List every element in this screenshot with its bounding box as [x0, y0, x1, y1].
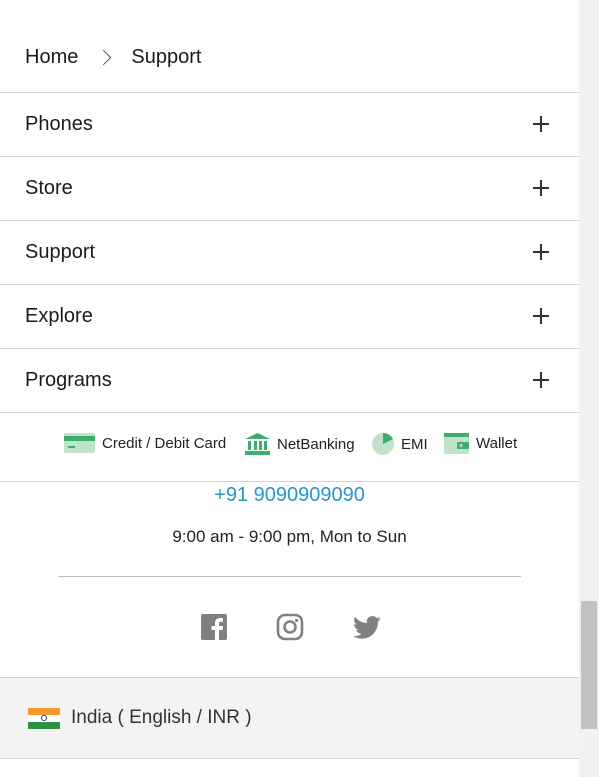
accordion-label: Store	[25, 177, 73, 199]
accordion-label: Programs	[25, 369, 112, 391]
payment-wallet-label: Wallet	[476, 435, 518, 452]
breadcrumb-home-link[interactable]: Home	[25, 46, 78, 69]
accordion-label: Explore	[25, 305, 93, 327]
chevron-right-icon	[96, 49, 112, 66]
support-phone-link[interactable]: +91 9090909090	[0, 484, 579, 507]
accordion-item-programs[interactable]: Programs	[0, 349, 579, 413]
facebook-icon[interactable]	[201, 613, 229, 641]
breadcrumb-current: Support	[131, 46, 202, 68]
payment-card: Credit / Debit Card	[64, 433, 226, 453]
support-hours: 9:00 am - 9:00 pm, Mon to Sun	[172, 527, 407, 546]
accordion-item-store[interactable]: Store	[0, 157, 579, 221]
twitter-icon[interactable]	[353, 613, 381, 641]
payment-netbanking-label: NetBanking	[277, 435, 355, 453]
accordion-label: Phones	[25, 113, 93, 135]
payment-emi: EMI	[372, 433, 428, 455]
accordion-item-support[interactable]: Support	[0, 221, 579, 285]
payment-methods: Credit / Debit Card NetBanking EMI Walle…	[0, 412, 579, 482]
divider	[58, 576, 521, 577]
pie-chart-icon	[372, 433, 394, 455]
locale-label: India ( English / INR )	[71, 707, 252, 728]
scrollbar-thumb[interactable]	[581, 601, 597, 729]
accordion-label: Support	[25, 241, 96, 263]
locale-selector[interactable]: India ( English / INR )	[0, 678, 579, 759]
bank-icon	[245, 433, 270, 455]
plus-icon[interactable]	[533, 180, 549, 196]
india-flag-icon	[28, 708, 60, 729]
plus-icon[interactable]	[533, 372, 549, 388]
wallet-icon	[444, 433, 469, 454]
payment-netbanking: NetBanking	[245, 433, 355, 455]
payment-emi-label: EMI	[401, 435, 428, 453]
instagram-icon[interactable]	[276, 613, 304, 641]
plus-icon[interactable]	[533, 244, 549, 260]
breadcrumb: Home Support	[25, 46, 201, 69]
plus-icon[interactable]	[533, 116, 549, 132]
payment-card-label: Credit / Debit Card	[102, 434, 227, 452]
plus-icon[interactable]	[533, 308, 549, 324]
payment-wallet: Wallet	[444, 433, 517, 454]
footer-page: Home Support Phones Store Support Explor…	[0, 0, 579, 777]
accordion-item-phones[interactable]: Phones	[0, 93, 579, 157]
credit-card-icon	[64, 433, 95, 453]
accordion-item-explore[interactable]: Explore	[0, 285, 579, 349]
